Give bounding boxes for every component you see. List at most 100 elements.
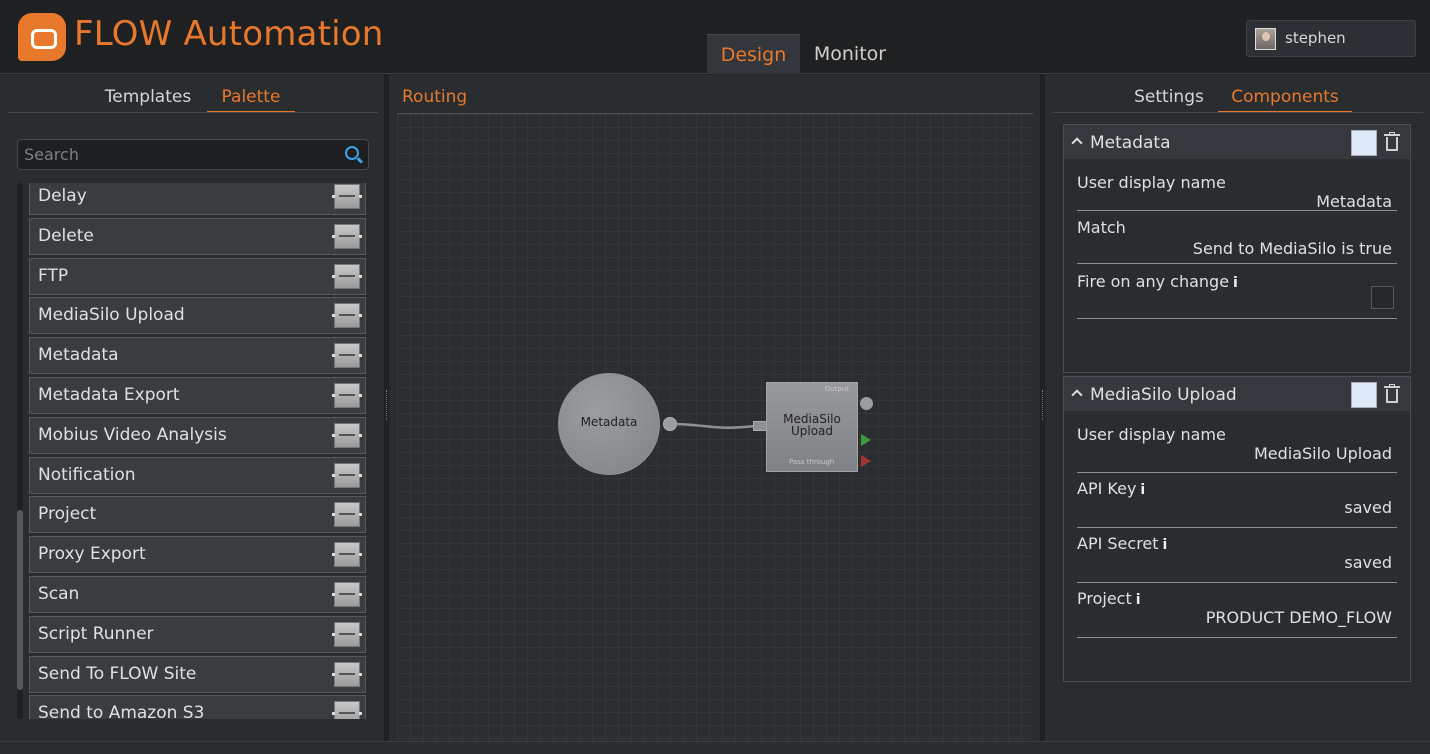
- palette-item-mediasilo-upload[interactable]: MediaSilo Upload: [29, 297, 366, 335]
- palette-item-delay[interactable]: Delay: [29, 183, 366, 215]
- node-thumbnail-icon: [332, 542, 362, 568]
- list-item-label: Send To FLOW Site: [38, 663, 197, 684]
- tab-settings[interactable]: Settings: [1131, 87, 1207, 113]
- tab-palette[interactable]: Palette: [207, 87, 295, 113]
- node-thumbnail-icon: [332, 263, 362, 289]
- palette-item-script-runner[interactable]: Script Runner: [29, 615, 366, 653]
- trash-icon[interactable]: [1384, 132, 1400, 152]
- palette-item-send-to-flow-site[interactable]: Send To FLOW Site: [29, 655, 366, 693]
- component-metadata: Metadata User display name Metadata Matc…: [1063, 124, 1411, 373]
- palette-item-notification[interactable]: Notification: [29, 456, 366, 494]
- node-thumbnail-icon: [332, 343, 362, 369]
- palette-item-mobius-video-analysis[interactable]: Mobius Video Analysis: [29, 416, 366, 454]
- node-thumbnail-icon: [332, 621, 362, 647]
- field-user-display-name[interactable]: User display name Metadata: [1077, 159, 1397, 211]
- field-label-text: API Key: [1077, 479, 1137, 498]
- info-icon[interactable]: i: [1163, 537, 1168, 553]
- palette-item-proxy-export[interactable]: Proxy Export: [29, 536, 366, 574]
- palette-item-send-to-amazon-s3[interactable]: Send to Amazon S3: [29, 695, 366, 719]
- field-label: User display name: [1077, 425, 1226, 444]
- list-item-label: Send to Amazon S3: [38, 703, 205, 719]
- field-value[interactable]: Send to MediaSilo is true: [1077, 237, 1397, 258]
- palette-item-metadata-export[interactable]: Metadata Export: [29, 376, 366, 414]
- routing-canvas[interactable]: Metadata Output MediaSilo Upload Pass th…: [397, 113, 1033, 741]
- list-item-label: Delay: [38, 186, 87, 206]
- output-port[interactable]: [663, 417, 677, 431]
- output-port[interactable]: [860, 397, 873, 410]
- color-swatch[interactable]: [1351, 130, 1377, 156]
- scrollbar-thumb[interactable]: [17, 510, 23, 690]
- field-api-secret[interactable]: API Secret i saved: [1077, 528, 1397, 583]
- trash-icon[interactable]: [1384, 384, 1400, 404]
- field-label: Match: [1077, 218, 1126, 237]
- field-value[interactable]: Metadata: [1077, 192, 1397, 211]
- component-mediasilo-upload: MediaSilo Upload User display name Media…: [1063, 376, 1411, 682]
- list-item-label: Delete: [38, 225, 94, 246]
- tab-design[interactable]: Design: [707, 34, 800, 74]
- mediasilo-upload-node[interactable]: Output MediaSilo Upload Pass through: [766, 382, 858, 472]
- info-icon[interactable]: i: [1233, 275, 1238, 291]
- palette-item-ftp[interactable]: FTP: [29, 257, 366, 295]
- info-icon[interactable]: i: [1140, 482, 1145, 498]
- node-thumbnail-icon: [332, 382, 362, 408]
- field-value[interactable]: MediaSilo Upload: [1077, 444, 1397, 463]
- list-item-label: MediaSilo Upload: [38, 305, 185, 326]
- info-icon[interactable]: i: [1136, 592, 1141, 608]
- component-header[interactable]: Metadata: [1064, 125, 1410, 159]
- field-label: Fire on any change i: [1077, 272, 1397, 291]
- node-label: MediaSilo Upload: [767, 413, 857, 437]
- app-title: FLOW Automation: [74, 14, 384, 54]
- failure-port-icon[interactable]: [861, 455, 871, 467]
- avatar: [1255, 28, 1276, 50]
- node-thumbnail-icon: [332, 462, 362, 488]
- tab-monitor[interactable]: Monitor: [800, 34, 900, 74]
- list-item-label: Project: [38, 504, 97, 525]
- component-title: Metadata: [1090, 133, 1171, 153]
- palette-scrollbar[interactable]: [17, 183, 23, 719]
- field-value[interactable]: saved: [1077, 553, 1397, 572]
- field-label-text: Project: [1077, 589, 1132, 608]
- chevron-up-icon[interactable]: [1071, 137, 1083, 149]
- metadata-node[interactable]: Metadata: [558, 373, 660, 475]
- list-item-label: Mobius Video Analysis: [38, 424, 227, 445]
- component-header[interactable]: MediaSilo Upload: [1064, 377, 1410, 411]
- field-api-key[interactable]: API Key i saved: [1077, 473, 1397, 528]
- flow-logo-icon: [18, 13, 66, 61]
- field-label: User display name: [1077, 173, 1226, 192]
- search-icon[interactable]: [345, 146, 359, 160]
- success-port-icon[interactable]: [861, 434, 871, 446]
- tab-routing[interactable]: Routing: [402, 87, 467, 107]
- field-match[interactable]: Match Send to MediaSilo is true: [1077, 211, 1397, 264]
- list-item-label: FTP: [38, 265, 69, 286]
- field-label-text: API Secret: [1077, 534, 1159, 553]
- left-panel: Templates Palette Delay Delete FTP Media…: [0, 75, 384, 741]
- tab-templates[interactable]: Templates: [96, 87, 200, 113]
- palette-item-project[interactable]: Project: [29, 496, 366, 534]
- palette-item-metadata[interactable]: Metadata: [29, 337, 366, 375]
- color-swatch[interactable]: [1351, 382, 1377, 408]
- field-value[interactable]: PRODUCT DEMO_FLOW: [1077, 608, 1397, 627]
- list-item-label: Notification: [38, 464, 136, 485]
- input-port[interactable]: [753, 421, 767, 431]
- field-project[interactable]: Project i PRODUCT DEMO_FLOW: [1077, 583, 1397, 638]
- node-thumbnail-icon: [332, 223, 362, 249]
- node-thumbnail-icon: [332, 303, 362, 329]
- list-item-label: Metadata: [38, 345, 119, 366]
- palette-item-delete[interactable]: Delete: [29, 217, 366, 255]
- fire-on-change-checkbox[interactable]: [1371, 286, 1394, 309]
- node-thumbnail-icon: [332, 581, 362, 607]
- pass-through-label: Pass through: [789, 458, 835, 466]
- component-title: MediaSilo Upload: [1090, 385, 1237, 405]
- search-input[interactable]: [18, 140, 318, 169]
- tab-components[interactable]: Components: [1218, 87, 1352, 113]
- tab-divider: [8, 112, 378, 113]
- list-item-label: Scan: [38, 583, 80, 604]
- routing-panel: Routing Metadata Output MediaSilo Upload…: [389, 75, 1040, 741]
- node-thumbnail-icon: [332, 502, 362, 528]
- user-menu[interactable]: stephen: [1246, 20, 1416, 57]
- chevron-up-icon[interactable]: [1071, 389, 1083, 401]
- palette-item-scan[interactable]: Scan: [29, 575, 366, 613]
- field-user-display-name[interactable]: User display name MediaSilo Upload: [1077, 411, 1397, 473]
- user-name: stephen: [1285, 29, 1346, 47]
- field-value[interactable]: saved: [1077, 498, 1397, 517]
